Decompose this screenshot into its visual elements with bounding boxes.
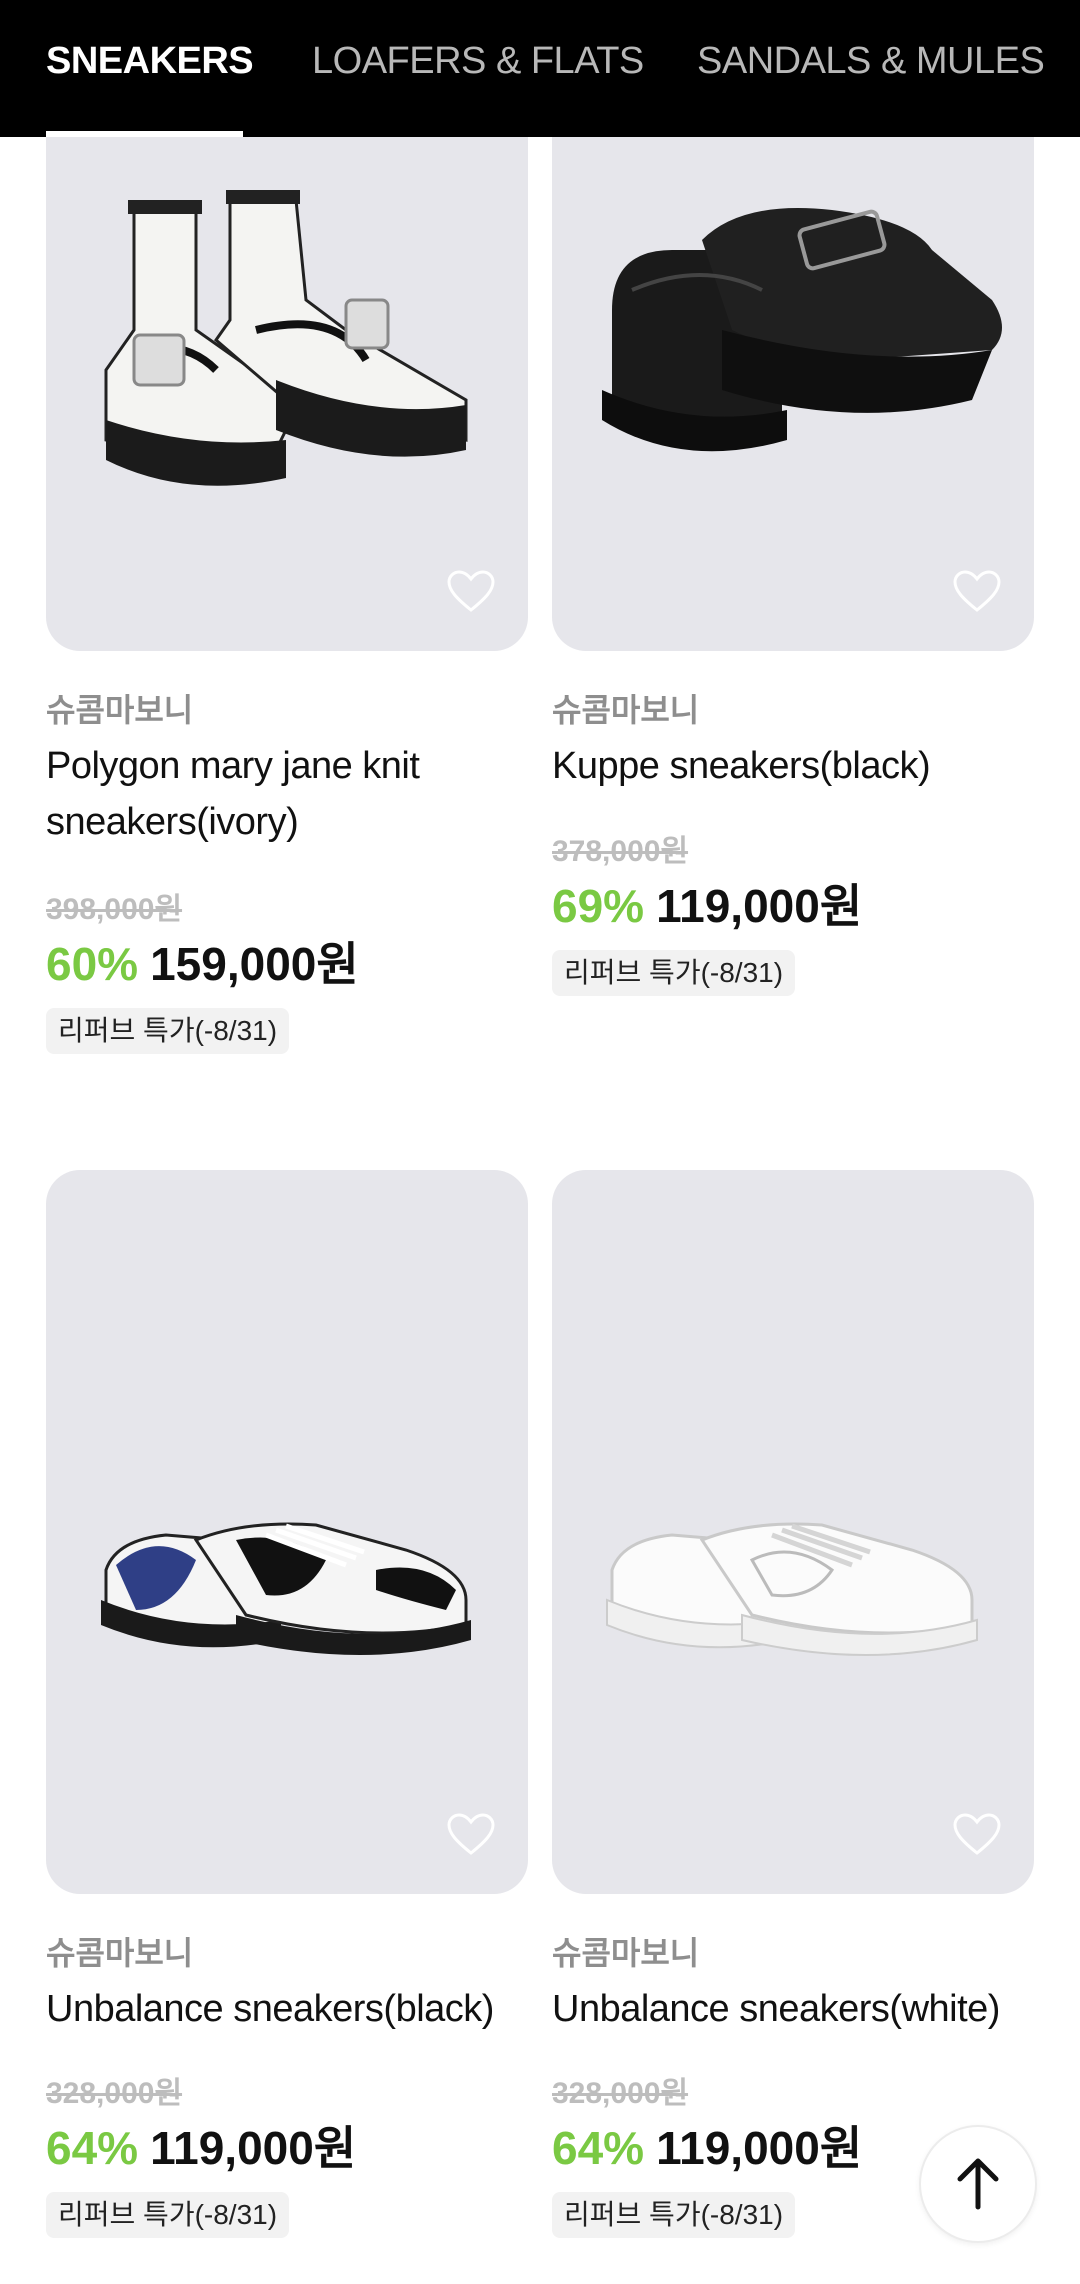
original-price: 328,000원 xyxy=(46,2077,183,2110)
product-photo xyxy=(101,1522,471,1655)
heart-outline-icon[interactable] xyxy=(952,1813,1002,1857)
tab-sneakers[interactable]: SNEAKERS xyxy=(46,40,254,83)
product-brand: 슈콤마보니 xyxy=(552,1935,700,1971)
product-brand: 슈콤마보니 xyxy=(552,692,700,728)
discount-rate: 60% xyxy=(46,938,139,990)
product-brand: 슈콤마보니 xyxy=(46,692,194,728)
promo-badge: 리퍼브 특가(-8/31) xyxy=(552,950,796,996)
product-name[interactable]: Kuppe sneakers(black) xyxy=(552,738,1042,794)
product-name[interactable]: Unbalance sneakers(white) xyxy=(552,1981,1042,2037)
price-line: 64% 119,000원 xyxy=(46,2112,356,2178)
discount-rate: 69% xyxy=(552,880,645,932)
discount-rate: 64% xyxy=(46,2122,139,2174)
arrow-up-icon xyxy=(957,2158,999,2210)
product-image[interactable] xyxy=(46,1170,528,1894)
promo-badge: 리퍼브 특가(-8/31) xyxy=(552,2192,796,2238)
price-line: 69% 119,000원 xyxy=(552,870,862,936)
sale-price: 119,000원 xyxy=(150,2122,357,2174)
product-brand: 슈콤마보니 xyxy=(46,1935,194,1971)
discount-rate: 64% xyxy=(552,2122,645,2174)
sale-price: 119,000원 xyxy=(656,880,863,932)
category-tab-bar: SNEAKERS LOAFERS & FLATS SANDALS & MULES xyxy=(0,0,1080,137)
original-price: 398,000원 xyxy=(46,893,183,926)
product-name[interactable]: Unbalance sneakers(black) xyxy=(46,1981,536,2037)
sale-price: 119,000원 xyxy=(656,2122,863,2174)
tab-loafers-flats[interactable]: LOAFERS & FLATS xyxy=(312,40,644,83)
original-price: 328,000원 xyxy=(552,2077,689,2110)
product-image[interactable] xyxy=(552,1170,1034,1894)
price-line: 64% 119,000원 xyxy=(552,2112,862,2178)
promo-badge: 리퍼브 특가(-8/31) xyxy=(46,1008,290,1054)
active-tab-indicator xyxy=(46,131,243,137)
scroll-to-top-button[interactable] xyxy=(919,2125,1037,2243)
product-photo xyxy=(606,1522,978,1656)
product-name[interactable]: Polygon mary jane knit sneakers(ivory) xyxy=(46,738,536,850)
tab-sandals-mules[interactable]: SANDALS & MULES xyxy=(697,40,1045,83)
original-price: 378,000원 xyxy=(552,835,689,868)
price-line: 60% 159,000원 xyxy=(46,928,359,994)
promo-badge: 리퍼브 특가(-8/31) xyxy=(46,2192,290,2238)
heart-outline-icon[interactable] xyxy=(446,1813,496,1857)
heart-outline-icon[interactable] xyxy=(952,570,1002,614)
sale-price: 159,000원 xyxy=(150,938,359,990)
heart-outline-icon[interactable] xyxy=(446,570,496,614)
